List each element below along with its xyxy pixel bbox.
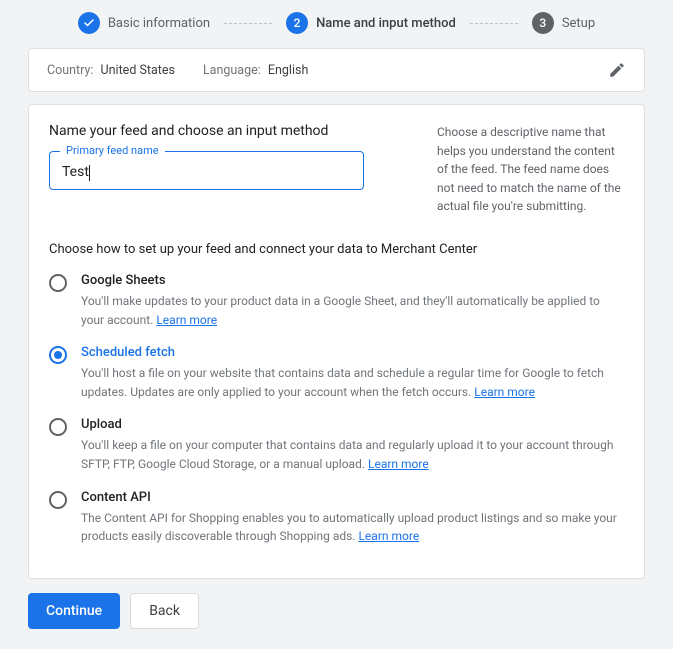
text-cursor-icon xyxy=(89,165,90,181)
country-value: United States xyxy=(101,63,175,78)
back-button[interactable]: Back xyxy=(130,593,199,629)
option-title: Upload xyxy=(81,417,624,432)
summary-card: Country: United States Language: English xyxy=(28,48,645,92)
edit-icon[interactable] xyxy=(608,61,626,79)
step-name-input-method: 2 Name and input method xyxy=(286,12,456,34)
check-icon xyxy=(78,12,100,34)
step-connector xyxy=(470,23,518,24)
step-setup: 3 Setup xyxy=(532,12,595,34)
option-desc: You'll host a file on your website that … xyxy=(81,364,624,401)
step-label: Name and input method xyxy=(316,16,456,31)
subheading: Choose how to set up your feed and conne… xyxy=(49,242,624,257)
language-key: Language: xyxy=(203,63,261,78)
learn-more-link[interactable]: Learn more xyxy=(474,385,535,399)
option-desc-text: The Content API for Shopping enables you… xyxy=(81,511,617,544)
step-label: Basic information xyxy=(108,16,210,31)
language-value: English xyxy=(268,63,308,78)
radio-icon[interactable] xyxy=(49,274,67,292)
continue-button[interactable]: Continue xyxy=(28,593,120,629)
option-title: Google Sheets xyxy=(81,273,624,288)
radio-icon[interactable] xyxy=(49,418,67,436)
option-title: Scheduled fetch xyxy=(81,345,624,360)
help-text: Choose a descriptive name that helps you… xyxy=(409,123,624,216)
radio-icon[interactable] xyxy=(49,346,67,364)
option-desc: You'll make updates to your product data… xyxy=(81,292,624,329)
step-number-icon: 2 xyxy=(286,12,308,34)
step-number-icon: 3 xyxy=(532,12,554,34)
learn-more-link[interactable]: Learn more xyxy=(368,457,429,471)
action-bar: Continue Back xyxy=(28,593,673,629)
step-basic-info: Basic information xyxy=(78,12,210,34)
option-desc: You'll keep a file on your computer that… xyxy=(81,436,624,473)
country-key: Country: xyxy=(47,63,93,78)
stepper: Basic information 2 Name and input metho… xyxy=(0,0,673,48)
section-heading: Name your feed and choose an input metho… xyxy=(49,123,409,139)
learn-more-link[interactable]: Learn more xyxy=(156,313,217,327)
meta-row: Country: United States Language: English xyxy=(47,63,308,78)
country-meta: Country: United States xyxy=(47,63,175,78)
main-card: Name your feed and choose an input metho… xyxy=(28,104,645,579)
option-google-sheets[interactable]: Google Sheets You'll make updates to you… xyxy=(49,267,624,339)
option-scheduled-fetch[interactable]: Scheduled fetch You'll host a file on yo… xyxy=(49,339,624,411)
primary-feed-name-field[interactable]: Primary feed name Test xyxy=(49,151,364,190)
option-content-api[interactable]: Content API The Content API for Shopping… xyxy=(49,484,624,556)
step-connector xyxy=(224,23,272,24)
step-label: Setup xyxy=(562,16,595,31)
field-value: Test xyxy=(62,164,89,180)
option-desc-text: You'll keep a file on your computer that… xyxy=(81,438,613,471)
language-meta: Language: English xyxy=(203,63,308,78)
option-desc: The Content API for Shopping enables you… xyxy=(81,509,624,546)
option-title: Content API xyxy=(81,490,624,505)
option-upload[interactable]: Upload You'll keep a file on your comput… xyxy=(49,411,624,483)
field-label: Primary feed name xyxy=(60,144,165,157)
learn-more-link[interactable]: Learn more xyxy=(358,529,419,543)
